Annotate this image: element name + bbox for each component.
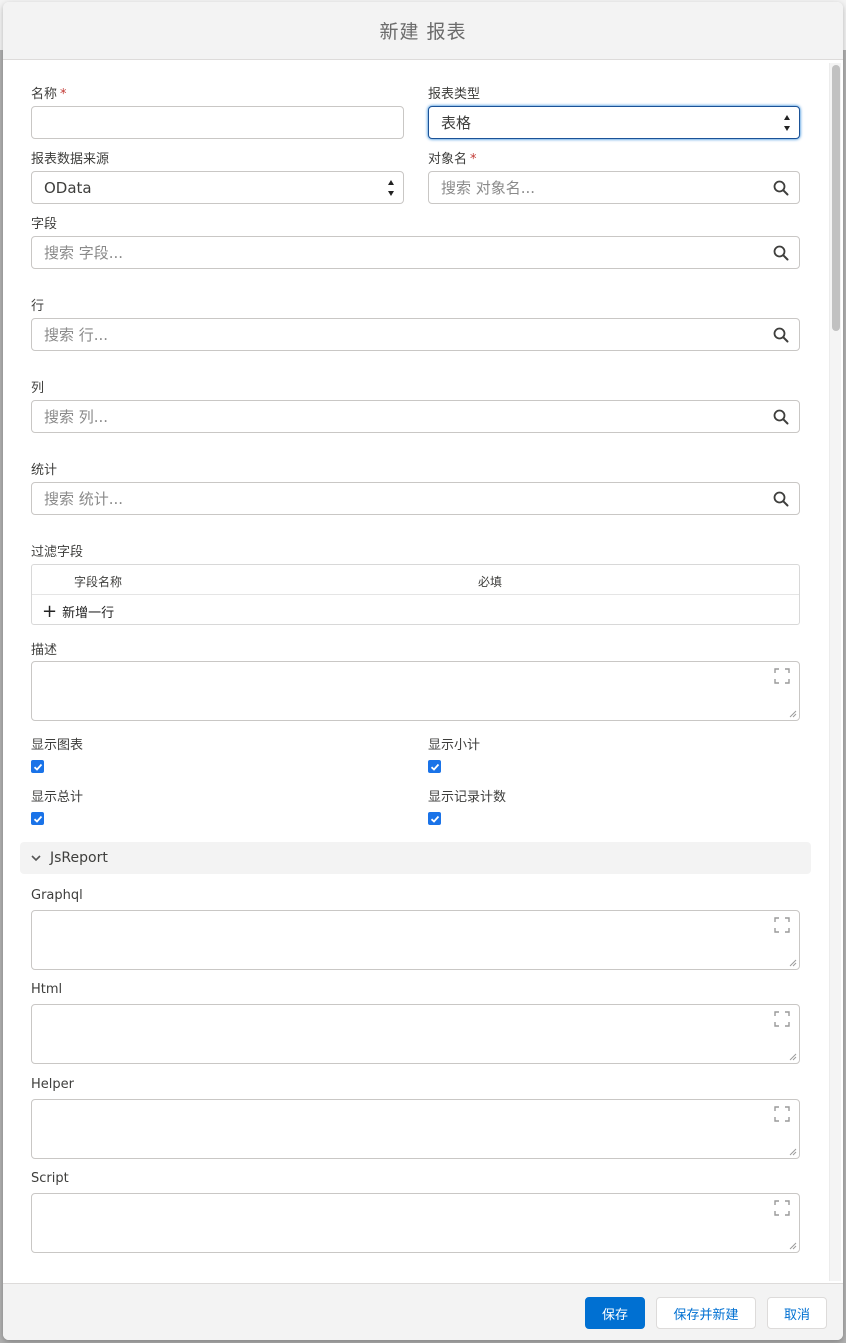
checkmark-icon [430,763,439,771]
data-source-value: OData [44,178,92,197]
stats-search-input[interactable]: 搜索 统计... [31,482,800,515]
show-subtotal-label: 显示小计 [428,738,481,753]
show-chart-label: 显示图表 [31,738,84,753]
show-total-label: 显示总计 [31,790,84,805]
show-record-count-label: 显示记录计数 [428,790,507,805]
show-record-count-checkbox[interactable] [428,812,441,825]
search-icon[interactable] [773,245,789,261]
resize-grip-icon[interactable] [789,1242,797,1250]
modal-footer: 保存 保存并新建 取消 [3,1283,843,1340]
resize-grip-icon[interactable] [789,1053,797,1061]
columns-search-input[interactable]: 搜索 列... [31,400,800,433]
graphql-label: Graphql [31,888,83,903]
filter-fields-label: 过滤字段 [31,545,84,560]
script-textarea[interactable] [31,1193,800,1253]
save-button[interactable]: 保存 [585,1297,645,1329]
checkmark-icon [33,763,42,771]
rows-search-input[interactable]: 搜索 行... [31,318,800,351]
name-input[interactable] [31,106,404,139]
jsreport-section-title: JsReport [50,850,108,866]
column-header-field-name: 字段名称 [74,575,123,589]
cancel-button[interactable]: 取消 [767,1297,827,1329]
checkmark-icon [430,815,439,823]
add-row-button[interactable]: + 新增一行 [42,602,114,621]
select-arrows-icon [783,115,791,131]
show-total-checkbox[interactable] [31,812,44,825]
expand-icon[interactable] [774,1106,790,1122]
data-source-label: 报表数据来源 [31,152,110,167]
expand-icon[interactable] [774,668,790,684]
description-textarea[interactable] [31,661,800,721]
html-label: Html [31,982,63,997]
stats-label: 统计 [31,463,58,478]
select-arrows-icon [387,180,395,196]
new-report-modal: 新建 报表 名称 * 报表类型 表格 报表数据来源 OData 对象名 * 搜索 对… [3,2,843,1340]
filter-table-header: 字段名称 必填 [32,565,799,595]
search-icon[interactable] [773,327,789,343]
modal-header: 新建 报表 [3,2,843,60]
script-label: Script [31,1171,69,1186]
resize-grip-icon[interactable] [789,959,797,967]
report-type-value: 表格 [441,114,472,132]
rows-label: 行 [31,299,45,314]
filter-fields-table: 字段名称 必填 + 新增一行 [31,564,800,625]
chevron-down-icon [31,855,41,862]
data-source-select[interactable]: OData [31,171,404,204]
graphql-textarea[interactable] [31,910,800,970]
name-label: 名称 * [31,87,67,102]
jsreport-section-toggle[interactable]: JsReport [20,842,811,874]
fields-label: 字段 [31,217,58,232]
modal-title: 新建 报表 [379,21,467,43]
checkmark-icon [33,815,42,823]
object-name-search-input[interactable]: 搜索 对象名... [428,171,800,204]
required-mark: * [470,152,477,167]
vertical-scrollbar[interactable] [829,63,841,1281]
plus-icon: + [42,600,58,622]
report-type-label: 报表类型 [428,87,481,102]
required-mark: * [60,87,67,102]
object-name-label: 对象名 * [428,152,477,167]
modal-body: 名称 * 报表类型 表格 报表数据来源 OData 对象名 * 搜索 对象名... … [3,61,843,1283]
fields-search-input[interactable]: 搜索 字段... [31,236,800,269]
report-type-select[interactable]: 表格 [428,106,800,139]
search-icon[interactable] [773,409,789,425]
show-subtotal-checkbox[interactable] [428,760,441,773]
expand-icon[interactable] [774,1011,790,1027]
columns-label: 列 [31,381,45,396]
helper-textarea[interactable] [31,1099,800,1159]
helper-label: Helper [31,1077,74,1092]
description-label: 描述 [31,643,58,658]
search-icon[interactable] [773,491,789,507]
scrollbar-thumb[interactable] [832,65,840,331]
show-chart-checkbox[interactable] [31,760,44,773]
expand-icon[interactable] [774,917,790,933]
resize-grip-icon[interactable] [789,710,797,718]
html-textarea[interactable] [31,1004,800,1064]
resize-grip-icon[interactable] [789,1148,797,1156]
save-and-new-button[interactable]: 保存并新建 [656,1297,756,1329]
search-icon[interactable] [773,180,789,196]
column-header-required: 必填 [478,575,503,589]
expand-icon[interactable] [774,1200,790,1216]
